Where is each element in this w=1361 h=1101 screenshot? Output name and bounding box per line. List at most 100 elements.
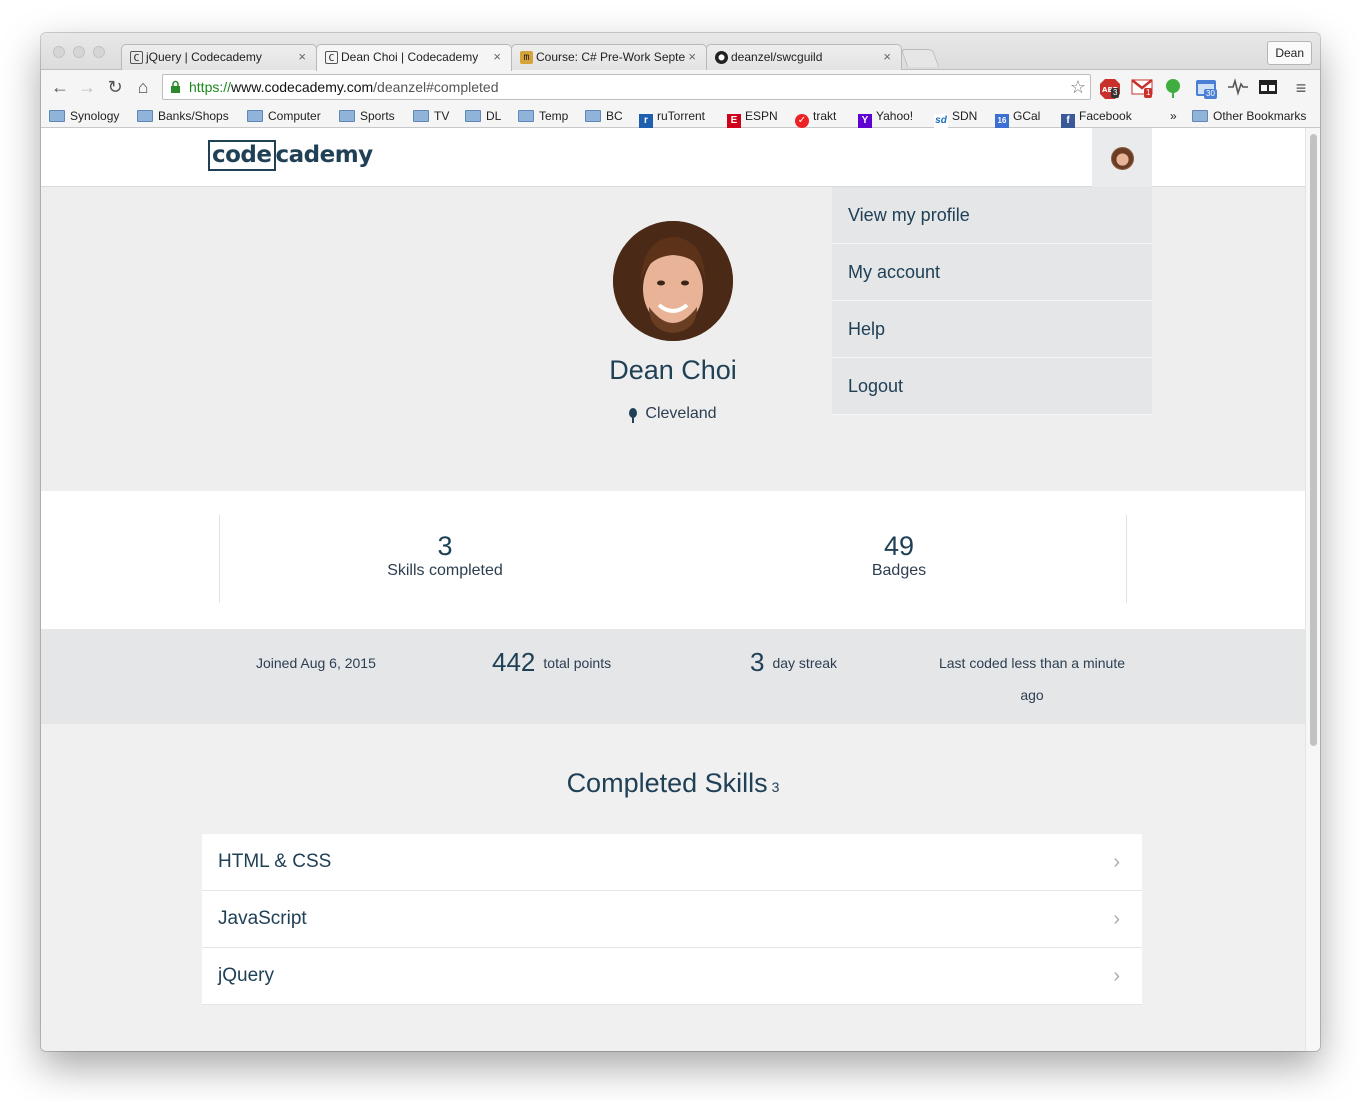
bookmark-label: Temp <box>539 109 569 123</box>
chevron-right-icon: › <box>1113 908 1120 930</box>
bookmark-trakt[interactable]: ✓ trakt <box>795 107 836 128</box>
codecademy-logo[interactable]: code cademy <box>208 140 374 172</box>
streak-label: day streak <box>772 655 838 671</box>
page-viewport: code cademy Dean Choi Cleveland View my … <box>41 128 1305 1051</box>
close-tab-icon[interactable]: × <box>298 45 306 69</box>
url-scheme: https:// <box>189 79 232 95</box>
folder-icon <box>247 110 263 122</box>
pulse-extension-icon[interactable] <box>1227 78 1249 98</box>
tab-dean-choi[interactable]: C Dean Choi | Codecademy × <box>316 44 512 71</box>
url-host: www.codecademy.com <box>231 79 374 95</box>
menu-item-my-account[interactable]: My account <box>832 244 1152 301</box>
menu-item-logout[interactable]: Logout <box>832 358 1152 415</box>
scrollbar-thumb[interactable] <box>1310 134 1317 746</box>
new-tab-button[interactable] <box>900 49 940 67</box>
bookmark-label: Sports <box>360 109 395 123</box>
glasses-extension-icon[interactable] <box>1257 78 1279 98</box>
tab-course[interactable]: m Course: C# Pre-Work Septe × <box>511 44 707 70</box>
bookmark-synology[interactable]: Synology <box>49 107 119 125</box>
adblock-extension-icon[interactable]: ABP 3 <box>1099 78 1121 99</box>
tab-title: Dean Choi | Codecademy <box>341 50 479 64</box>
bookmark-label: ruTorrent <box>657 109 706 123</box>
bookmark-label: Synology <box>70 109 120 123</box>
bookmark-facebook[interactable]: f Facebook <box>1061 107 1132 128</box>
tab-github[interactable]: ● deanzel/swcguild × <box>706 44 902 70</box>
reload-icon[interactable]: ↻ <box>104 76 126 98</box>
bookmark-bc[interactable]: BC <box>585 107 623 125</box>
bookmark-yahoo[interactable]: Y Yahoo! <box>858 107 913 128</box>
folder-icon <box>518 110 534 122</box>
skill-label: JavaScript <box>218 908 307 929</box>
close-tab-icon[interactable]: × <box>688 45 696 69</box>
menu-item-view-profile[interactable]: View my profile <box>832 187 1152 244</box>
close-window-button[interactable] <box>53 46 65 58</box>
bookmark-label: SDN <box>952 109 978 123</box>
skill-label: HTML & CSS <box>218 851 332 872</box>
skill-item-javascript[interactable]: JavaScript › <box>202 891 1142 948</box>
bookmark-other-bookmarks[interactable]: Other Bookmarks <box>1192 107 1306 125</box>
menu-hamburger-icon[interactable]: ≡ <box>1291 78 1311 98</box>
chevron-right-icon: › <box>1113 965 1120 987</box>
calendar-extension-icon[interactable]: 30 <box>1194 78 1218 99</box>
points-label: total points <box>543 655 612 671</box>
bookmark-tv[interactable]: TV <box>413 107 449 125</box>
divider <box>1126 515 1127 603</box>
user-avatar-button[interactable] <box>1092 128 1152 187</box>
menu-item-help[interactable]: Help <box>832 301 1152 358</box>
bookmark-rutorrent[interactable]: r ruTorrent <box>639 107 706 128</box>
bookmark-sdn[interactable]: sd SDN <box>934 107 978 128</box>
tab-title: Course: C# Pre-Work Septe <box>536 50 686 64</box>
browser-toolbar: ← → ↻ ⌂ https://www.codecademy.com/deanz… <box>41 70 1320 104</box>
bookmark-computer[interactable]: Computer <box>247 107 321 125</box>
back-arrow-icon[interactable]: ← <box>49 76 71 98</box>
points-value: 442 <box>492 647 536 677</box>
location-pin-icon <box>629 408 638 423</box>
bookmark-sports[interactable]: Sports <box>339 107 395 125</box>
completed-skills-count: 3 <box>771 779 780 795</box>
page-scrollbar[interactable] <box>1305 128 1320 1051</box>
zoom-window-button[interactable] <box>93 46 105 58</box>
bookmark-dl[interactable]: DL <box>465 107 501 125</box>
bookmark-banks-shops[interactable]: Banks/Shops <box>137 107 229 125</box>
bookmark-label: TV <box>434 109 450 123</box>
profile-avatar <box>613 221 733 341</box>
trakt-icon: ✓ <box>795 114 809 128</box>
bookmark-temp[interactable]: Temp <box>518 107 568 125</box>
address-bar[interactable]: https://www.codecademy.com/deanzel#compl… <box>162 74 1091 100</box>
evernote-extension-icon[interactable] <box>1163 78 1183 98</box>
badges-label: Badges <box>871 562 927 579</box>
url-path: /deanzel#completed <box>373 79 499 95</box>
skill-item-html-css[interactable]: HTML & CSS › <box>202 834 1142 891</box>
profile-stats: 3 Skills completed 49 Badges <box>41 491 1305 629</box>
profile-user-button[interactable]: Dean <box>1267 41 1312 65</box>
skill-item-jquery[interactable]: jQuery › <box>202 948 1142 1005</box>
bookmark-label: Other Bookmarks <box>1213 109 1307 123</box>
logo-text: cademy <box>275 142 374 168</box>
skills-completed-stat[interactable]: 3 Skills completed <box>295 531 595 581</box>
bookmark-star-icon[interactable]: ☆ <box>1070 75 1086 99</box>
badges-count: 49 <box>883 531 915 561</box>
bookmark-gcal[interactable]: 16 GCal <box>995 107 1041 128</box>
bookmark-label: GCal <box>1013 109 1041 123</box>
close-tab-icon[interactable]: × <box>493 45 501 69</box>
gmail-badge: 1 <box>1144 88 1153 98</box>
bookmarks-bar: Synology Banks/Shops Computer Sports TV … <box>41 104 1320 128</box>
bookmarks-overflow-chevron[interactable]: » <box>1170 107 1177 125</box>
completed-skills-title: Completed Skills <box>566 768 768 798</box>
site-header: code cademy <box>41 128 1305 187</box>
gmail-extension-icon[interactable]: 1 <box>1130 78 1154 98</box>
close-tab-icon[interactable]: × <box>883 45 891 69</box>
calendar-badge: 30 <box>1204 89 1217 99</box>
streak-value: 3 <box>750 647 765 677</box>
home-icon[interactable]: ⌂ <box>132 76 154 98</box>
badges-stat[interactable]: 49 Badges <box>749 531 1049 581</box>
folder-icon <box>465 110 481 122</box>
folder-icon <box>585 110 601 122</box>
minimize-window-button[interactable] <box>73 46 85 58</box>
skills-completed-label: Skills completed <box>387 562 503 579</box>
bookmark-espn[interactable]: E ESPN <box>727 107 778 128</box>
tab-jquery[interactable]: C jQuery | Codecademy × <box>121 44 317 70</box>
forward-arrow-icon[interactable]: → <box>76 76 98 98</box>
last-coded-line: ago <box>1020 687 1044 703</box>
browser-window: C jQuery | Codecademy × C Dean Choi | Co… <box>41 33 1320 1051</box>
